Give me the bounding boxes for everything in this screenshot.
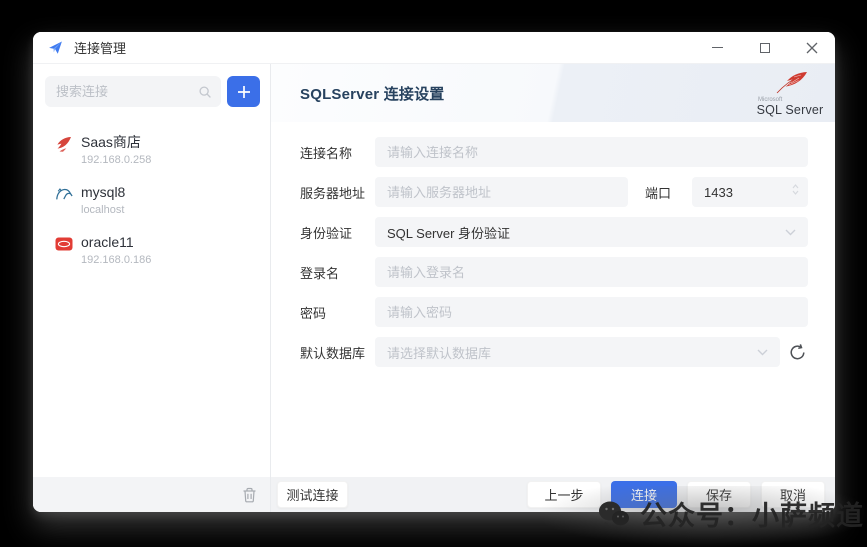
connection-list: Saas商店 192.168.0.258 mysql8 localhost <box>33 117 270 477</box>
default-db-select[interactable]: 请选择默认数据库 <box>375 337 780 367</box>
default-db-field-wrap: 请选择默认数据库 <box>375 337 808 367</box>
sidebar-footer <box>33 477 270 512</box>
add-connection-button[interactable] <box>227 76 260 107</box>
form-row-default-db: 默认数据库 请选择默认数据库 <box>300 337 808 367</box>
close-button[interactable] <box>788 32 835 63</box>
close-icon <box>806 42 818 54</box>
connection-name-field-wrap <box>375 137 808 167</box>
logo-product: SQL Server <box>757 103 824 117</box>
form-row-auth: 身份验证 SQL Server 身份验证 <box>300 217 808 247</box>
connection-form: 连接名称 服务器地址 端口 <box>271 122 835 477</box>
form-row-connection-name: 连接名称 <box>300 137 808 167</box>
port-field[interactable] <box>692 177 808 207</box>
titlebar: 连接管理 <box>33 32 835 64</box>
login-field-wrap <box>375 257 808 287</box>
server-address-label: 服务器地址 <box>300 183 375 202</box>
search-input[interactable] <box>56 84 198 99</box>
sqlserver-logo: Microsoft SQL Server <box>753 69 827 117</box>
search-icon <box>198 85 212 99</box>
trash-icon[interactable] <box>242 487 257 503</box>
chevron-down-icon <box>757 349 768 356</box>
password-field-wrap <box>375 297 808 327</box>
previous-step-button[interactable]: 上一步 <box>527 481 601 508</box>
paper-plane-icon <box>48 40 63 55</box>
connection-host: 192.168.0.186 <box>81 254 151 266</box>
connection-name-field[interactable] <box>375 137 808 167</box>
window-body: Saas商店 192.168.0.258 mysql8 localhost <box>33 64 835 512</box>
stepper-arrows-icon[interactable] <box>792 184 799 195</box>
chevron-down-icon <box>785 229 796 236</box>
search-row <box>33 64 270 117</box>
connection-name: Saas商店 <box>81 134 151 150</box>
sqlserver-logo-icon <box>771 71 809 95</box>
list-item-oracle[interactable]: oracle11 192.168.0.186 <box>33 225 270 275</box>
default-db-label: 默认数据库 <box>300 343 375 362</box>
port-label: 端口 <box>645 183 671 202</box>
connection-name: oracle11 <box>81 234 151 250</box>
minimize-button[interactable] <box>694 32 741 63</box>
connection-name: mysql8 <box>81 184 125 200</box>
form-row-server: 服务器地址 端口 <box>300 177 808 207</box>
connection-name-label: 连接名称 <box>300 143 375 162</box>
default-db-placeholder: 请选择默认数据库 <box>387 343 757 362</box>
oracle-icon <box>55 235 73 253</box>
desktop-background: 连接管理 <box>0 0 867 547</box>
login-name-label: 登录名 <box>300 263 375 282</box>
server-field-wrap: 端口 <box>375 177 808 207</box>
port-stepper <box>692 177 808 207</box>
page-title: SQLServer 连接设置 <box>300 83 445 104</box>
form-row-login: 登录名 <box>300 257 808 287</box>
list-item-saas[interactable]: Saas商店 192.168.0.258 <box>33 125 270 175</box>
maximize-button[interactable] <box>741 32 788 63</box>
window-title: 连接管理 <box>74 38 126 57</box>
server-address-field[interactable] <box>375 177 628 207</box>
connection-host: 192.168.0.258 <box>81 154 151 166</box>
password-field[interactable] <box>375 297 808 327</box>
connection-host: localhost <box>81 204 125 216</box>
auth-label: 身份验证 <box>300 223 375 242</box>
connection-info: oracle11 192.168.0.186 <box>81 234 151 266</box>
auth-select[interactable]: SQL Server 身份验证 <box>375 217 808 247</box>
sidebar: Saas商店 192.168.0.258 mysql8 localhost <box>33 64 271 512</box>
maximize-icon <box>760 43 770 53</box>
connect-button[interactable]: 连接 <box>611 481 677 508</box>
connection-info: Saas商店 192.168.0.258 <box>81 134 151 166</box>
save-button[interactable]: 保存 <box>687 481 751 508</box>
sqlserver-icon <box>55 135 73 153</box>
minimize-icon <box>712 47 723 48</box>
login-name-field[interactable] <box>375 257 808 287</box>
list-item-mysql[interactable]: mysql8 localhost <box>33 175 270 225</box>
form-row-password: 密码 <box>300 297 808 327</box>
settings-header: SQLServer 连接设置 Microsoft SQL Server <box>271 64 835 122</box>
search-box[interactable] <box>45 76 221 107</box>
refresh-databases-button[interactable] <box>786 341 808 363</box>
main-panel: SQLServer 连接设置 Microsoft SQL Server 连接名称 <box>271 64 835 512</box>
auth-field-wrap: SQL Server 身份验证 <box>375 217 808 247</box>
password-label: 密码 <box>300 303 375 322</box>
connection-manager-window: 连接管理 <box>33 32 835 512</box>
plus-icon <box>237 85 251 99</box>
action-bar: 测试连接 上一步 连接 保存 取消 <box>271 477 835 512</box>
test-connection-button[interactable]: 测试连接 <box>277 481 348 508</box>
auth-select-value: SQL Server 身份验证 <box>387 223 785 242</box>
refresh-icon <box>788 343 807 362</box>
mysql-icon <box>55 185 73 203</box>
cancel-button[interactable]: 取消 <box>761 481 825 508</box>
connection-info: mysql8 localhost <box>81 184 125 216</box>
